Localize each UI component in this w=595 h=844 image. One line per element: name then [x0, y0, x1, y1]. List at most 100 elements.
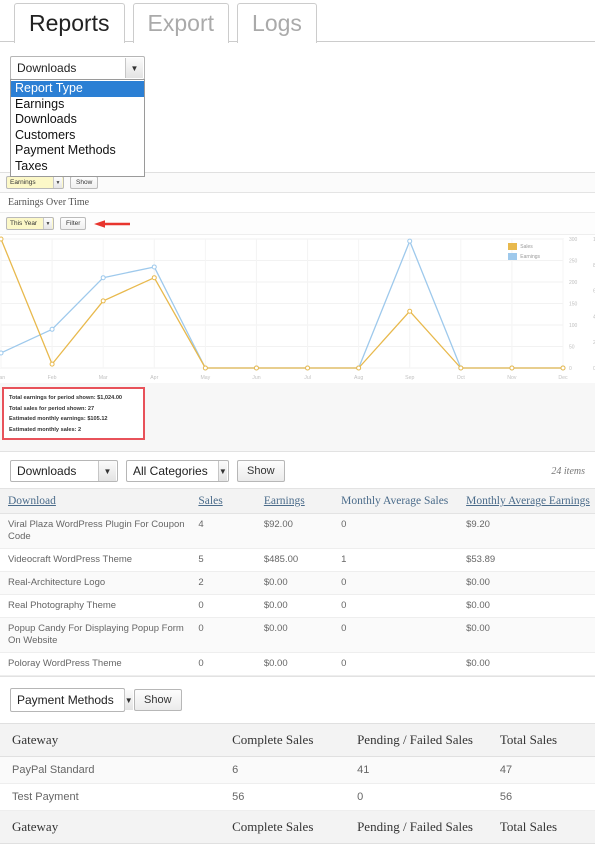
- stat-total-earnings: Total earnings for period shown: $1,024.…: [9, 395, 123, 401]
- downloads-table-head: Download Sales Earnings Monthly Average …: [0, 488, 595, 514]
- svg-text:Sep: Sep: [405, 375, 414, 381]
- svg-text:Jun: Jun: [252, 375, 260, 381]
- pm-col-pending-failed-sales: Pending / Failed Sales: [345, 723, 488, 757]
- table-row: Real Photography Theme 0 $0.00 0 $0.00: [0, 594, 595, 618]
- chart-legend: Sales Earnings: [508, 243, 540, 263]
- earnings-value: $92.00: [255, 513, 334, 549]
- downloads-report-select-value: Downloads: [17, 464, 77, 478]
- legend-item-sales: Sales: [508, 243, 540, 250]
- category-select[interactable]: All Categories ▼: [126, 460, 229, 482]
- col-earnings-label: Earnings: [263, 495, 305, 507]
- stat-estimated-monthly-earnings: Estimated monthly earnings: $105.12: [9, 416, 108, 422]
- total-sales-value: 47: [487, 756, 595, 784]
- svg-text:200: 200: [569, 280, 578, 286]
- svg-text:Jul: Jul: [304, 375, 311, 381]
- filter-button[interactable]: Filter: [60, 217, 87, 230]
- table-row: Poloray WordPress Theme 0 $0.00 0 $0.00: [0, 652, 595, 676]
- pm-col-complete-sales: Complete Sales: [220, 723, 346, 757]
- chevron-down-icon: ▼: [125, 58, 143, 78]
- col-sales[interactable]: Sales: [190, 488, 256, 514]
- payment-methods-select[interactable]: Payment Methods ▼: [10, 688, 133, 712]
- gateway-name: PayPal Standard: [0, 756, 221, 784]
- payment-methods-table-body: PayPal Standard 6 41 47 Test Payment 56 0 56: [0, 756, 595, 811]
- col-download[interactable]: Download: [0, 488, 191, 514]
- payment-methods-table: Gateway Complete Sales Pending / Failed …: [0, 723, 595, 844]
- report-type-select[interactable]: Downloads ▼: [10, 56, 145, 80]
- svg-text:Dec: Dec: [558, 375, 568, 381]
- earnings-value: $0.00: [255, 652, 334, 676]
- earnings-show-button[interactable]: Show: [70, 176, 99, 189]
- chevron-down-icon: ▼: [123, 690, 133, 710]
- tab-export[interactable]: Export: [132, 3, 230, 43]
- monthly-average-earnings-value: $0.00: [458, 571, 595, 595]
- sales-value: 4: [190, 513, 256, 549]
- dropdown-option-downloads[interactable]: Downloads: [11, 112, 144, 128]
- table-row: Videocraft WordPress Theme 5 $485.00 1 $53.8…: [0, 548, 595, 572]
- payment-methods-show-button[interactable]: Show: [134, 689, 182, 711]
- sales-value: 5: [190, 548, 256, 572]
- complete-sales-value: 6: [220, 756, 346, 784]
- svg-text:Aug: Aug: [354, 375, 363, 381]
- sales-value: 0: [190, 652, 256, 676]
- tab-reports-label: Reports: [29, 10, 110, 36]
- earnings-mode-value: Earnings: [10, 179, 36, 186]
- svg-text:50: 50: [569, 345, 575, 351]
- monthly-average-sales-value: 0: [333, 513, 459, 549]
- payment-methods-header-row: Gateway Complete Sales Pending / Failed …: [0, 723, 595, 757]
- dropdown-option-earnings[interactable]: Earnings: [11, 97, 144, 113]
- downloads-header-row: Download Sales Earnings Monthly Average …: [0, 488, 595, 514]
- sales-value: 0: [190, 594, 256, 618]
- monthly-average-sales-value: 0: [333, 571, 459, 595]
- download-name: Popup Candy For Displaying Popup Form On…: [0, 617, 191, 653]
- monthly-average-earnings-value: $9.20: [458, 513, 595, 549]
- dropdown-option-taxes[interactable]: Taxes: [11, 159, 144, 175]
- svg-text:300: 300: [569, 237, 578, 243]
- chevron-down-icon: ▼: [217, 461, 227, 481]
- downloads-report-section: Downloads ▼ All Categories ▼ Show 24 ite…: [0, 451, 595, 676]
- pm-col-total-sales: Total Sales: [487, 723, 595, 757]
- earnings-value: $0.00: [255, 571, 334, 595]
- svg-text:Jan: Jan: [0, 375, 5, 381]
- earnings-value: $0.00: [255, 594, 334, 618]
- pm-foot-complete-sales: Complete Sales: [220, 810, 346, 844]
- col-earnings[interactable]: Earnings: [255, 488, 334, 514]
- download-name: Videocraft WordPress Theme: [0, 548, 191, 572]
- report-type-region: Downloads ▼ Report Type Earnings Downloa…: [0, 42, 595, 177]
- dropdown-option-payment-methods[interactable]: Payment Methods: [11, 143, 144, 159]
- date-range-select[interactable]: This Year ▼: [6, 217, 54, 230]
- total-sales-value: 56: [487, 783, 595, 811]
- dropdown-option-report-type[interactable]: Report Type: [11, 81, 144, 97]
- pm-col-gateway: Gateway: [0, 723, 221, 757]
- earnings-value: $0.00: [255, 617, 334, 653]
- chevron-down-icon: ▼: [43, 218, 52, 229]
- stat-total-sales: Total sales for period shown: 27: [9, 405, 95, 412]
- report-type-dropdown-list[interactable]: Report Type Earnings Downloads Customers…: [10, 79, 145, 177]
- svg-text:Apr: Apr: [150, 375, 158, 381]
- tab-reports[interactable]: Reports: [14, 3, 125, 43]
- tab-logs-label: Logs: [252, 10, 302, 36]
- pending-failed-sales-value: 41: [345, 756, 488, 784]
- earnings-chart-svg: 0501001502002503000246810JanFebMarAprMay…: [0, 236, 595, 381]
- download-name: Real Photography Theme: [0, 594, 191, 618]
- complete-sales-value: 56: [220, 783, 346, 811]
- items-count: 24 items: [551, 466, 585, 477]
- date-range-value: This Year: [10, 220, 38, 227]
- monthly-average-earnings-value: $0.00: [458, 594, 595, 618]
- col-monthly-average-earnings[interactable]: Monthly Average Earnings: [458, 488, 595, 514]
- earnings-mode-select[interactable]: Earnings ▼: [6, 176, 64, 189]
- downloads-report-select[interactable]: Downloads ▼: [10, 460, 118, 482]
- payment-methods-footer-row: Gateway Complete Sales Pending / Failed …: [0, 810, 595, 844]
- earnings-stats-box: Total earnings for period shown: $1,024.…: [2, 387, 145, 440]
- pending-failed-sales-value: 0: [345, 783, 488, 811]
- legend-item-earnings: Earnings: [508, 253, 540, 260]
- downloads-show-button[interactable]: Show: [237, 460, 285, 482]
- earnings-chart: 0501001502002503000246810JanFebMarAprMay…: [0, 235, 595, 383]
- dropdown-option-customers[interactable]: Customers: [11, 128, 144, 144]
- col-download-label: Download: [8, 495, 56, 507]
- svg-text:Oct: Oct: [457, 375, 466, 381]
- col-monthly-average-sales-label: Monthly Average Sales: [341, 495, 449, 507]
- svg-text:Feb: Feb: [48, 375, 57, 381]
- legend-label-earnings: Earnings: [520, 253, 540, 260]
- downloads-controls: Downloads ▼ All Categories ▼ Show 24 ite…: [0, 452, 595, 488]
- tab-logs[interactable]: Logs: [237, 3, 317, 43]
